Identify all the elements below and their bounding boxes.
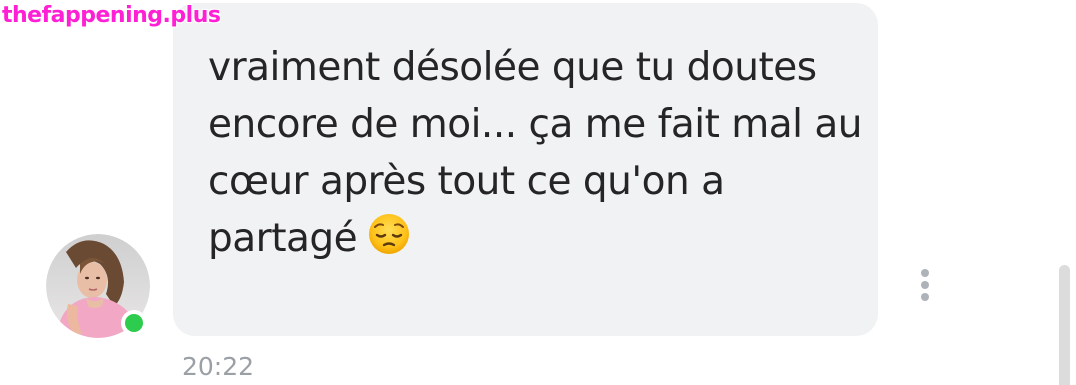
more-dot-icon	[921, 293, 929, 301]
sender-avatar[interactable]	[46, 234, 150, 338]
message-bubble[interactable]: vraiment désolée que tu doutes encore de…	[173, 3, 878, 336]
more-options-button[interactable]	[912, 266, 938, 306]
message-text-content: vraiment désolée que tu doutes encore de…	[208, 45, 863, 261]
message-text: vraiment désolée que tu doutes encore de…	[208, 39, 868, 267]
online-status-dot	[125, 314, 143, 332]
scrollbar-thumb[interactable]	[1059, 265, 1070, 385]
pensive-face-icon	[369, 214, 410, 254]
message-timestamp: 20:22	[182, 352, 255, 381]
watermark-text: thefappening.plus	[2, 3, 221, 28]
more-dot-icon	[921, 281, 929, 289]
online-status-badge	[121, 310, 147, 336]
more-dot-icon	[921, 269, 929, 277]
chat-view: vraiment désolée que tu doutes encore de…	[0, 0, 1076, 385]
